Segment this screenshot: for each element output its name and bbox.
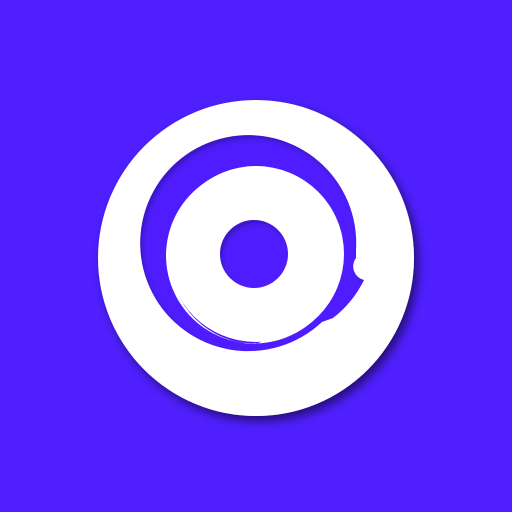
at-sign-glyph xyxy=(98,100,414,416)
app-icon-canvas xyxy=(0,0,512,512)
center-dot xyxy=(220,220,288,288)
at-sign-icon xyxy=(0,0,512,512)
